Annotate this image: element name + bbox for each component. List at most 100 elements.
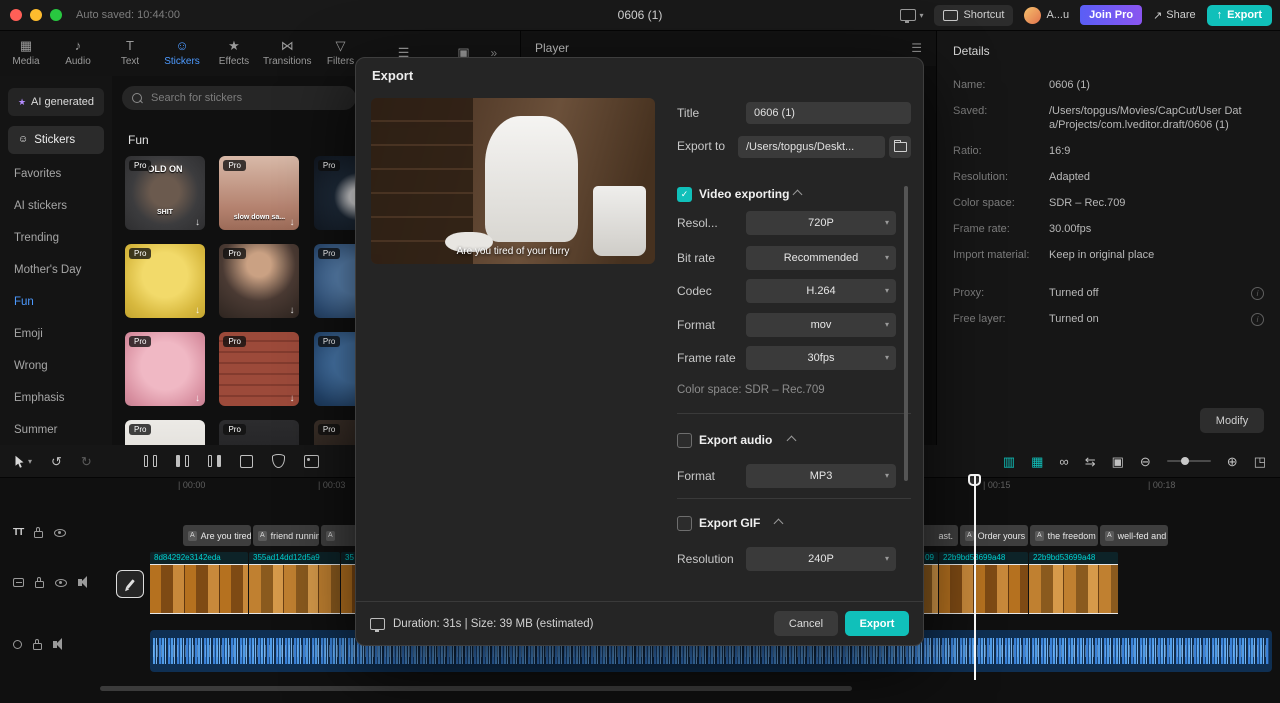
preview-axis-button[interactable]: ⇆: [1085, 455, 1096, 468]
cover-button[interactable]: ▣: [1112, 455, 1124, 468]
export-to-input[interactable]: [738, 136, 885, 158]
maximize-button[interactable]: [50, 9, 62, 21]
eye-icon[interactable]: [55, 578, 67, 587]
info-icon[interactable]: i: [1251, 313, 1264, 326]
playhead-handle[interactable]: [968, 474, 981, 486]
browse-folder-button[interactable]: [889, 136, 911, 158]
category-summer[interactable]: Summer: [0, 414, 112, 446]
sticker-tile[interactable]: Pro: [219, 420, 300, 445]
export-gif-checkbox[interactable]: [677, 516, 692, 531]
eye-icon[interactable]: [54, 528, 67, 537]
category-emoji[interactable]: Emoji: [0, 318, 112, 350]
lock-icon[interactable]: [34, 527, 44, 538]
join-pro-button[interactable]: Join Pro: [1080, 5, 1143, 25]
category-ai-stickers[interactable]: AI stickers: [0, 190, 112, 222]
timeline-horizontal-scrollbar[interactable]: [100, 686, 852, 691]
video-exporting-checkbox[interactable]: ✓: [677, 187, 692, 202]
download-icon[interactable]: ↓: [289, 217, 294, 228]
download-icon[interactable]: ↓: [289, 393, 294, 404]
video-clip[interactable]: 22b9bd53699a48: [939, 552, 1028, 615]
main-track-magnet-button[interactable]: ▥: [1003, 455, 1015, 468]
video-clip[interactable]: 22b9bd53699a48: [1029, 552, 1118, 615]
text-clip[interactable]: A well-fed and hy: [1100, 525, 1168, 546]
display-mode-button[interactable]: ▾: [900, 9, 923, 23]
sticker-tile[interactable]: Pro ↓: [219, 244, 300, 318]
chroma-key-button[interactable]: [303, 454, 319, 468]
dialog-scrollbar[interactable]: [904, 186, 908, 481]
redo-button[interactable]: ↻: [81, 455, 92, 468]
share-button[interactable]: ↗ Share: [1153, 9, 1196, 22]
close-button[interactable]: [10, 9, 22, 21]
sticker-tile[interactable]: Pro ↓: [125, 332, 205, 406]
info-icon[interactable]: i: [1251, 287, 1264, 300]
delete-left-button[interactable]: [175, 455, 189, 467]
export-title-input[interactable]: [746, 102, 911, 124]
tab-transitions[interactable]: ⋈ Transitions: [260, 39, 315, 68]
tab-effects[interactable]: ★ Effects: [208, 39, 260, 68]
sticker-tile[interactable]: Pro OLD ON SHIT ↓: [125, 156, 205, 230]
text-clip[interactable]: A Are you tired of: [183, 525, 251, 546]
crop-button[interactable]: [239, 454, 253, 468]
zoom-in-button[interactable]: ⊕: [1227, 455, 1238, 468]
speaker-icon[interactable]: [78, 576, 87, 588]
text-clip[interactable]: A friend running o: [253, 525, 319, 546]
minimize-button[interactable]: [30, 9, 42, 21]
auto-snap-button[interactable]: ▦: [1031, 455, 1043, 468]
download-icon[interactable]: ↓: [195, 305, 200, 316]
category-trending[interactable]: Trending: [0, 222, 112, 254]
fit-timeline-button[interactable]: ◳: [1254, 455, 1266, 468]
export-confirm-button[interactable]: Export: [845, 611, 909, 636]
undo-button[interactable]: ↺: [51, 455, 62, 468]
tab-media[interactable]: ▦ Media: [0, 39, 52, 68]
modify-button[interactable]: Modify: [1200, 408, 1264, 433]
delete-right-button[interactable]: [207, 455, 221, 467]
category-mothers-day[interactable]: Mother's Day: [0, 254, 112, 286]
export-audio-checkbox[interactable]: [677, 433, 692, 448]
category-fun[interactable]: Fun: [0, 286, 112, 318]
category-wrong[interactable]: Wrong: [0, 350, 112, 382]
text-clip[interactable]: A the freedom of: [1030, 525, 1098, 546]
account-button[interactable]: A...u: [1024, 6, 1069, 24]
speaker-icon[interactable]: [53, 638, 62, 650]
sticker-tile[interactable]: Pro slow down sa... ↓: [219, 156, 300, 230]
cancel-button[interactable]: Cancel: [774, 611, 838, 636]
shortcut-button[interactable]: Shortcut: [934, 4, 1014, 26]
sticker-tile[interactable]: Pro ↓: [219, 332, 300, 406]
zoom-out-button[interactable]: ⊖: [1140, 455, 1151, 468]
export-button-top[interactable]: ↑ Export: [1206, 4, 1272, 26]
category-stickers[interactable]: ☺ Stickers: [8, 126, 104, 154]
link-clips-button[interactable]: ∞: [1059, 455, 1068, 468]
resolution-select[interactable]: 720P ▾: [746, 211, 896, 235]
cursor-tool-button[interactable]: ▾: [14, 455, 32, 468]
category-emphasis[interactable]: Emphasis: [0, 382, 112, 414]
collapse-video-icon[interactable]: [792, 189, 803, 200]
bitrate-select[interactable]: Recommended ▾: [746, 246, 896, 270]
video-clip[interactable]: 8d84292e3142eda: [150, 552, 248, 615]
collapse-gif-icon[interactable]: [773, 518, 784, 529]
sticker-search[interactable]: [122, 86, 356, 110]
download-icon[interactable]: ↓: [195, 393, 200, 404]
sticker-tile[interactable]: Pro: [125, 420, 205, 445]
text-clip[interactable]: A Order yours nov: [960, 525, 1028, 546]
gif-resolution-select[interactable]: 240P ▾: [746, 547, 896, 571]
codec-select[interactable]: H.264 ▾: [746, 279, 896, 303]
tab-audio[interactable]: ♪ Audio: [52, 39, 104, 68]
playhead[interactable]: [974, 476, 976, 680]
audio-format-select[interactable]: MP3 ▾: [746, 464, 896, 488]
category-favorites[interactable]: Favorites: [0, 158, 112, 190]
download-icon[interactable]: ↓: [289, 305, 294, 316]
format-select[interactable]: mov ▾: [746, 313, 896, 337]
framerate-select[interactable]: 30fps ▾: [746, 346, 896, 370]
lock-icon[interactable]: [35, 577, 44, 588]
player-menu-icon[interactable]: ☰: [911, 41, 922, 55]
zoom-slider[interactable]: [1166, 457, 1211, 465]
mask-button[interactable]: [271, 454, 285, 468]
tab-stickers[interactable]: ☺ Stickers: [156, 39, 208, 68]
sticker-tile[interactable]: Pro ↓: [125, 244, 205, 318]
split-button[interactable]: [143, 455, 157, 467]
edit-cover-button[interactable]: [116, 570, 144, 598]
lock-icon[interactable]: [33, 639, 42, 650]
collapse-audio-icon[interactable]: [786, 435, 797, 446]
tab-text[interactable]: T Text: [104, 39, 156, 68]
category-ai-generated[interactable]: ★ AI generated: [8, 88, 104, 116]
